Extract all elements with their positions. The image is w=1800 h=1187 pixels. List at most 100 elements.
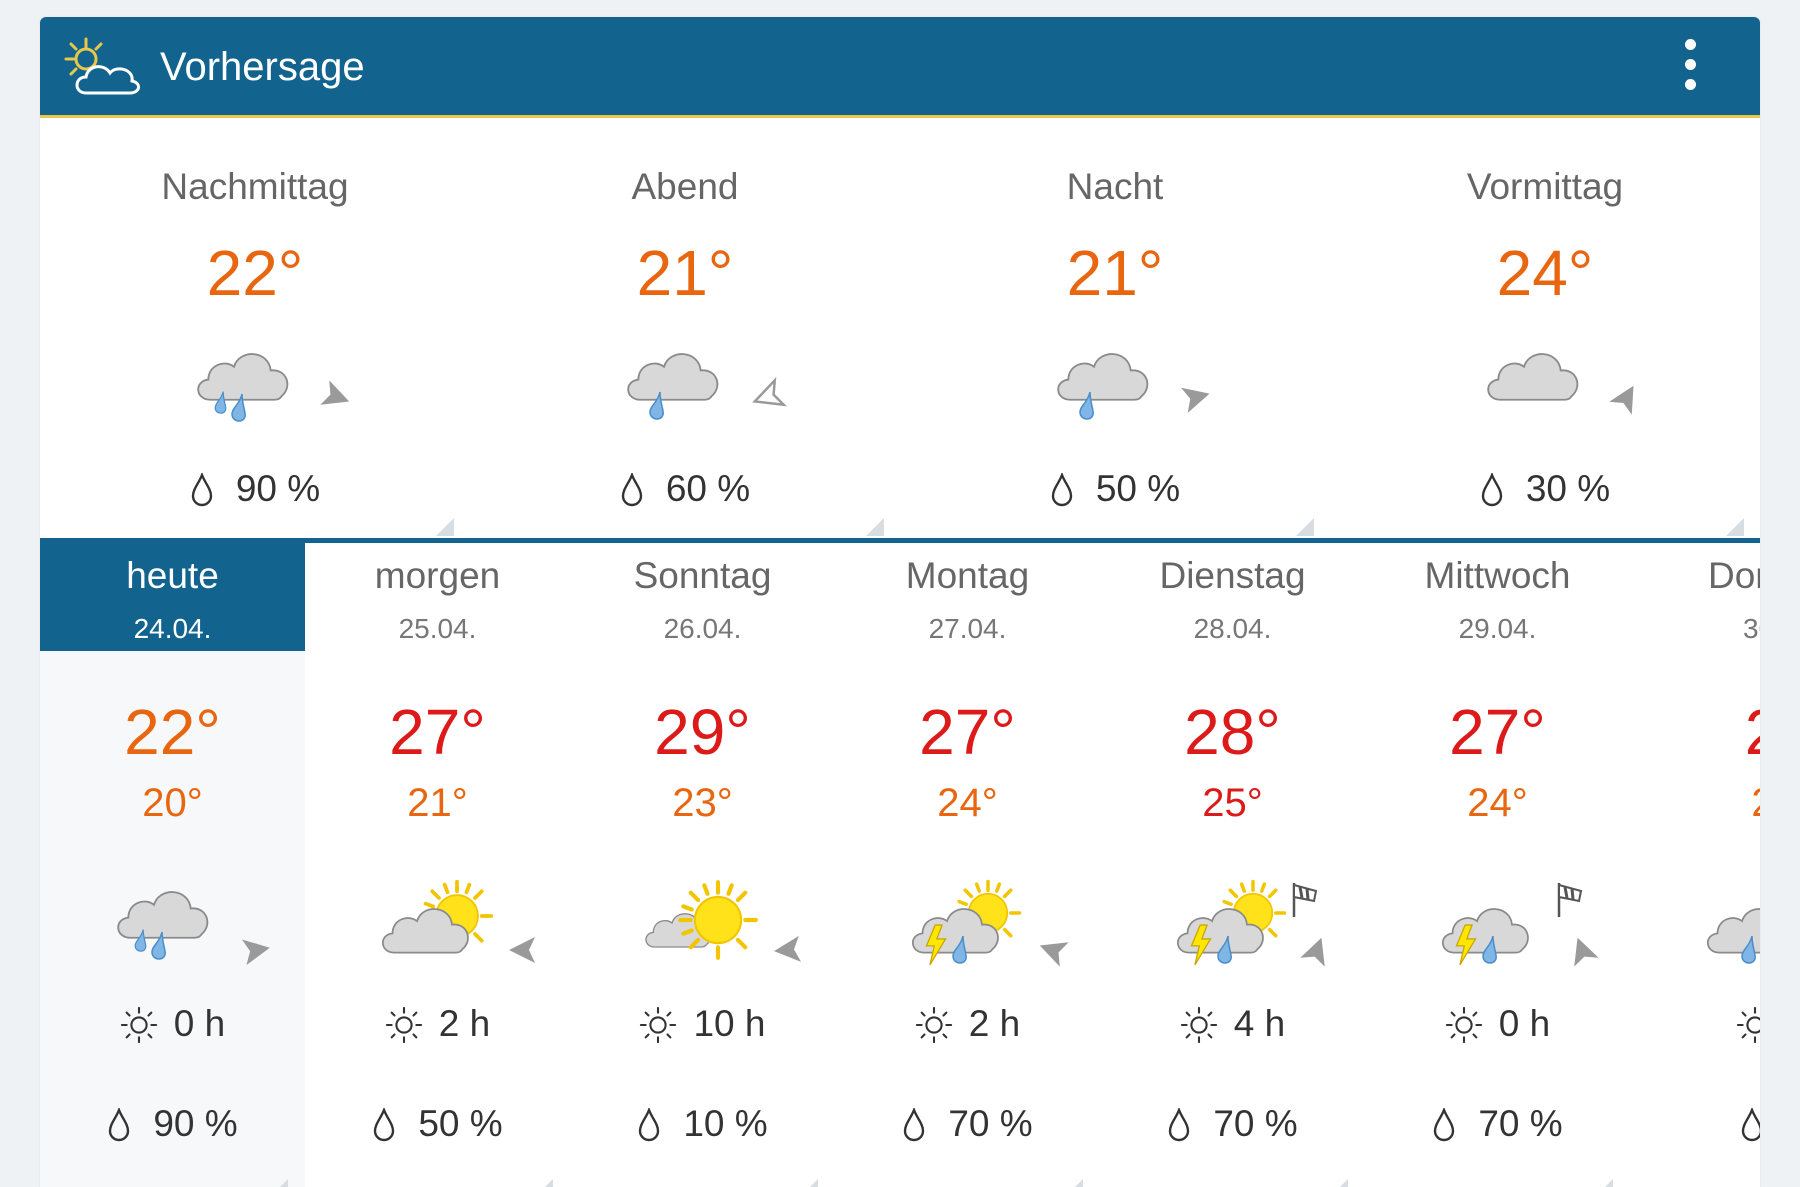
day-header: heute 24.04. xyxy=(40,543,305,651)
cloud-rain-icon xyxy=(627,353,719,420)
day-date: 30. xyxy=(1743,613,1760,644)
expand-corner-icon xyxy=(270,1179,288,1187)
forecast-header: Vorhersage xyxy=(40,17,1760,115)
expand-corner-icon xyxy=(1330,1179,1348,1187)
temp-min: 23° xyxy=(672,781,733,825)
period-rain-chance: 30 % xyxy=(1330,468,1760,510)
sun-icon xyxy=(120,1006,157,1044)
period-label: Nacht xyxy=(1066,166,1164,207)
period-rain-chance: 50 % xyxy=(900,468,1330,510)
day-montag[interactable]: Montag 27.04. 27° 24° 2 h 70 % xyxy=(835,543,1100,1187)
day-mittwoch[interactable]: Mittwoch 29.04. 27° 24° 0 h 70 % xyxy=(1365,543,1630,1187)
rain-value: 70 % xyxy=(1213,1103,1298,1144)
wind-arrow-icon xyxy=(772,935,802,965)
thunderstorm-sun-icon xyxy=(1176,879,1287,966)
period-abend[interactable]: Abend 21° 60 % xyxy=(470,118,900,553)
cloud-rain-heavy-icon xyxy=(197,353,289,422)
temp-max: 28° xyxy=(1184,696,1281,768)
cloud-rain-icon xyxy=(1057,353,1149,420)
sunshine-hours: 4 h xyxy=(1100,1003,1365,1045)
wind-arrow-icon xyxy=(1035,933,1069,967)
temp-max: 29° xyxy=(654,696,751,768)
sunshine-value: 10 h xyxy=(693,1003,766,1044)
sun-icon xyxy=(385,1006,422,1044)
rain-value: 90 % xyxy=(235,468,321,509)
cloud-icon xyxy=(1487,353,1579,401)
sunshine-value: 0 h xyxy=(1498,1003,1551,1044)
forecast-card: Vorhersage Nachmittag 22° 90 % Abend 21°… xyxy=(40,17,1760,1187)
period-label: Nachmittag xyxy=(161,166,349,207)
raindrop-icon xyxy=(191,473,213,507)
expand-corner-icon xyxy=(436,518,454,536)
period-temp: 22° xyxy=(206,237,304,309)
day-header: Donne 30. xyxy=(1630,543,1760,651)
period-nachmittag[interactable]: Nachmittag 22° 90 % xyxy=(40,118,470,553)
day-dienstag[interactable]: Dienstag 28.04. 28° 25° 4 h 70 % xyxy=(1100,543,1365,1187)
partly-cloudy-icon xyxy=(64,37,140,95)
expand-corner-icon xyxy=(1065,1179,1083,1187)
expand-corner-icon xyxy=(1296,518,1314,536)
raindrop-icon xyxy=(1169,1108,1190,1142)
sun-icon xyxy=(640,1006,677,1044)
wind-gust-icon xyxy=(1557,881,1583,919)
temp-min: 20° xyxy=(142,781,203,825)
temp-min: 21° xyxy=(407,781,468,825)
more-vertical-icon[interactable] xyxy=(1680,39,1700,97)
rain-chance xyxy=(1630,1103,1760,1145)
day-donnerstag[interactable]: Donne 30. 2 2 xyxy=(1630,543,1760,1187)
period-vormittag[interactable]: Vormittag 24° 30 % xyxy=(1330,118,1760,553)
day-name: Donne xyxy=(1707,555,1760,596)
period-nacht[interactable]: Nacht 21° 50 % xyxy=(900,118,1330,553)
day-header: Mittwoch 29.04. xyxy=(1365,543,1630,651)
day-date: 28.04. xyxy=(1193,613,1272,644)
cloud-rain-icon xyxy=(1706,908,1760,964)
day-header: morgen 25.04. xyxy=(305,543,570,651)
temp-min: 24° xyxy=(1467,781,1528,825)
sun-icon xyxy=(1180,1006,1217,1044)
day-date: 26.04. xyxy=(663,613,742,644)
day-date: 27.04. xyxy=(928,613,1007,644)
temp-min: 25° xyxy=(1202,781,1263,825)
day-name: morgen xyxy=(374,555,501,596)
wind-arrow-icon xyxy=(320,380,354,414)
rain-value: 90 % xyxy=(153,1103,238,1144)
sunshine-hours: 0 h xyxy=(40,1003,305,1045)
expand-corner-icon xyxy=(800,1179,818,1187)
sun-icon xyxy=(1445,1006,1482,1044)
wind-arrow-icon xyxy=(752,376,788,407)
day-date: 25.04. xyxy=(398,613,477,644)
day-sonntag[interactable]: Sonntag 26.04. 29° 23° 10 h 10 % xyxy=(570,543,835,1187)
rain-value: 60 % xyxy=(665,468,751,509)
rain-value: 50 % xyxy=(418,1103,503,1144)
raindrop-icon xyxy=(374,1108,395,1142)
rain-chance: 70 % xyxy=(1365,1103,1630,1145)
expand-corner-icon xyxy=(535,1179,553,1187)
day-name: Dienstag xyxy=(1159,555,1306,596)
rain-chance: 50 % xyxy=(305,1103,570,1145)
rain-value: 50 % xyxy=(1095,468,1181,509)
day-heute[interactable]: heute 24.04. 22° 20° 0 h 90 % xyxy=(40,543,305,1187)
sunshine-hours: 10 h xyxy=(570,1003,835,1045)
wind-arrow-icon xyxy=(1181,381,1213,413)
wind-gust-icon xyxy=(1292,881,1318,919)
thunderstorm-sun-icon xyxy=(911,879,1022,966)
sunshine-value: 0 h xyxy=(173,1003,226,1044)
day-morgen[interactable]: morgen 25.04. 27° 21° 2 h 50 % xyxy=(305,543,570,1187)
sunshine-value: 4 h xyxy=(1233,1003,1286,1044)
period-rain-chance: 60 % xyxy=(470,468,900,510)
rain-chance: 70 % xyxy=(835,1103,1100,1145)
day-date: 24.04. xyxy=(133,613,212,644)
day-header: Sonntag 26.04. xyxy=(570,543,835,651)
period-label: Abend xyxy=(631,166,739,207)
sunshine-hours: 2 h xyxy=(835,1003,1100,1045)
sunshine-hours: 0 h xyxy=(1365,1003,1630,1045)
temp-max: 27° xyxy=(1449,696,1546,768)
day-date: 29.04. xyxy=(1458,613,1537,644)
temp-min: 24° xyxy=(937,781,998,825)
sunshine-hours xyxy=(1630,1003,1760,1045)
sun-cloud-icon xyxy=(645,878,760,974)
day-name: Mittwoch xyxy=(1424,555,1571,596)
temp-max: 27° xyxy=(919,696,1016,768)
day-name: Sonntag xyxy=(633,555,772,596)
temp-min: 2 xyxy=(1630,781,1760,826)
